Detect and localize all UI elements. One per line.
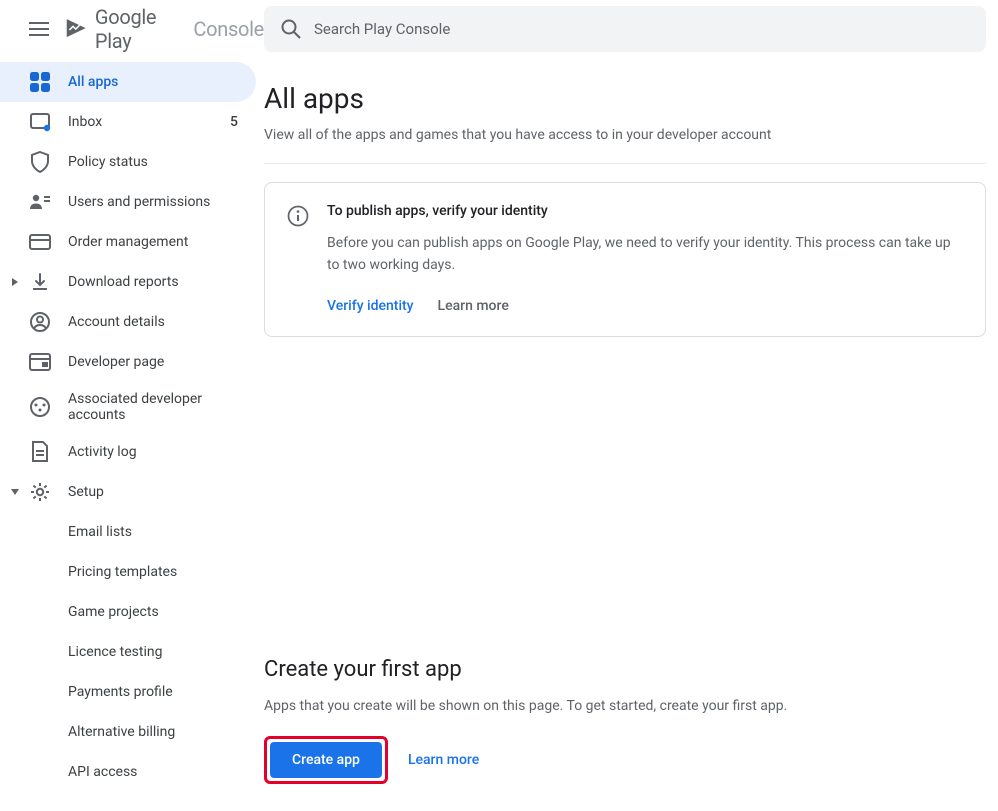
divider (264, 163, 986, 164)
sidebar-sub-pricing-templates[interactable]: Pricing templates (0, 552, 264, 592)
sidebar-item-inbox[interactable]: Inbox 5 (0, 102, 256, 142)
apps-icon (28, 70, 52, 94)
account-icon (28, 310, 52, 334)
sidebar-item-associated-accounts[interactable]: Associated developer accounts (0, 382, 256, 432)
main-column: All apps View all of the apps and games … (264, 0, 998, 811)
shield-icon (28, 150, 52, 174)
verify-identity-link[interactable]: Verify identity (327, 298, 414, 314)
sidebar-sub-api-access[interactable]: API access (0, 752, 264, 792)
create-learn-more-link[interactable]: Learn more (408, 752, 479, 768)
sidebar-item-activity-log[interactable]: Activity log (0, 432, 256, 472)
sidebar-item-label: Inbox (68, 114, 230, 130)
sidebar-item-policy-status[interactable]: Policy status (0, 142, 256, 182)
associated-icon (28, 395, 52, 419)
sidebar-item-setup[interactable]: Setup (0, 472, 256, 512)
chevron-right-icon (6, 273, 24, 291)
sidebar-item-label: All apps (68, 74, 244, 90)
gear-icon (28, 480, 52, 504)
sidebar-item-label: Order management (68, 234, 244, 250)
create-app-button[interactable]: Create app (270, 742, 382, 778)
search-box[interactable] (264, 6, 986, 52)
play-console-icon (64, 15, 89, 43)
inbox-badge: 5 (230, 114, 238, 130)
sidebar-sub-game-projects[interactable]: Game projects (0, 592, 264, 632)
sidebar: Google Play Console All apps Inbox 5 Pol… (0, 0, 264, 811)
sidebar-item-download-reports[interactable]: Download reports (0, 262, 256, 302)
sidebar-sub-alternative-billing[interactable]: Alternative billing (0, 712, 264, 752)
sidebar-item-label: Developer page (68, 354, 244, 370)
search-icon (280, 18, 302, 40)
info-card-body: Before you can publish apps on Google Pl… (327, 233, 963, 276)
sidebar-item-label: Associated developer accounts (68, 391, 244, 423)
sidebar-sub-payments-profile[interactable]: Payments profile (0, 672, 264, 712)
card-icon (28, 230, 52, 254)
sidebar-item-order-management[interactable]: Order management (0, 222, 256, 262)
sidebar-sub-licence-testing[interactable]: Licence testing (0, 632, 264, 672)
sidebar-sub-email-lists[interactable]: Email lists (0, 512, 264, 552)
main-content: All apps View all of the apps and games … (264, 58, 986, 784)
sidebar-item-account-details[interactable]: Account details (0, 302, 256, 342)
search-input[interactable] (314, 20, 970, 38)
sidebar-item-label: Account details (68, 314, 244, 330)
brand-text-console: Console (193, 17, 264, 41)
download-icon (28, 270, 52, 294)
sidebar-item-users-permissions[interactable]: Users and permissions (0, 182, 256, 222)
inbox-icon (28, 110, 52, 134)
brand-logo[interactable]: Google Play Console (64, 5, 264, 53)
brand-text-play: Google Play (95, 5, 188, 53)
sidebar-header: Google Play Console (0, 0, 264, 58)
create-section-body: Apps that you create will be shown on th… (264, 698, 986, 714)
page-subtitle: View all of the apps and games that you … (264, 127, 986, 143)
create-app-highlight: Create app (264, 736, 388, 784)
sidebar-item-label: Policy status (68, 154, 244, 170)
page-title: All apps (264, 82, 986, 115)
verify-identity-card: To publish apps, verify your identity Be… (264, 182, 986, 337)
sidebar-item-all-apps[interactable]: All apps (0, 62, 256, 102)
menu-icon (29, 22, 49, 36)
sidebar-item-label: Activity log (68, 444, 244, 460)
create-section-title: Create your first app (264, 657, 986, 682)
sidebar-item-developer-page[interactable]: Developer page (0, 342, 256, 382)
menu-button[interactable] (20, 9, 58, 49)
users-icon (28, 190, 52, 214)
sidebar-item-label: Download reports (68, 274, 244, 290)
document-icon (28, 440, 52, 464)
info-card-title: To publish apps, verify your identity (327, 203, 963, 219)
info-icon (287, 205, 309, 227)
chevron-down-icon (6, 483, 24, 501)
sidebar-item-label: Setup (68, 484, 244, 500)
create-app-section: Create your first app Apps that you crea… (264, 657, 986, 784)
learn-more-link[interactable]: Learn more (438, 298, 509, 314)
window-icon (28, 350, 52, 374)
sidebar-item-label: Users and permissions (68, 194, 244, 210)
sidebar-nav: All apps Inbox 5 Policy status Users and… (0, 58, 264, 792)
